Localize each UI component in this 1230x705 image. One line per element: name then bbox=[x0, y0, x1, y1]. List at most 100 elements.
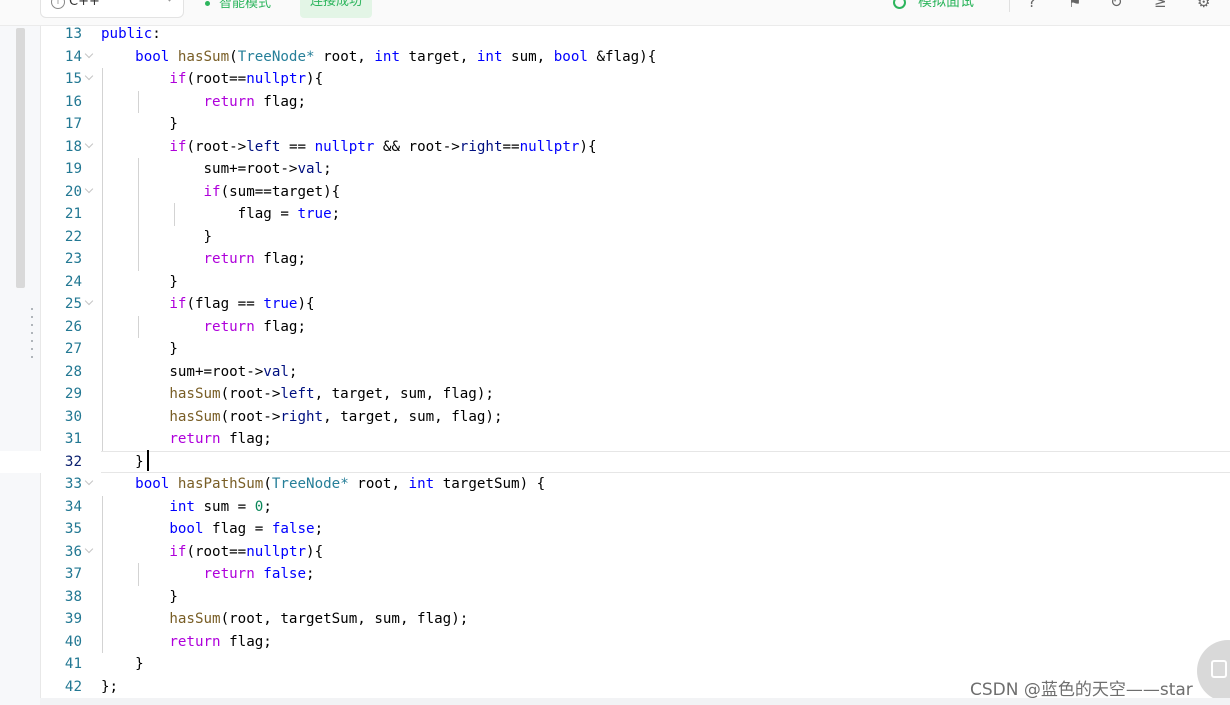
code-line[interactable]: 34 int sum = 0; bbox=[0, 496, 1230, 519]
indent-guide bbox=[137, 203, 139, 226]
fold-chevron-icon[interactable] bbox=[84, 71, 94, 81]
code-text[interactable]: return flag; bbox=[101, 91, 307, 114]
code-line[interactable]: 19 sum+=root->val; bbox=[0, 158, 1230, 181]
language-select[interactable]: i C++ bbox=[40, 0, 184, 18]
code-text[interactable]: bool flag = false; bbox=[101, 518, 323, 541]
code-text[interactable]: if(root->left == nullptr && root->right=… bbox=[101, 136, 596, 159]
code-text[interactable]: return flag; bbox=[101, 316, 307, 339]
code-text[interactable]: hasSum(root->left, target, sum, flag); bbox=[101, 383, 494, 406]
code-line[interactable]: 36 if(root==nullptr){ bbox=[0, 541, 1230, 564]
code-text[interactable]: } bbox=[101, 586, 178, 609]
code-line[interactable]: 25 if(flag == true){ bbox=[0, 293, 1230, 316]
fold-chevron-icon[interactable] bbox=[84, 544, 94, 553]
indent-guide bbox=[102, 405, 103, 428]
code-line[interactable]: 24 } bbox=[0, 271, 1230, 294]
code-line[interactable]: 27 } bbox=[0, 338, 1230, 361]
code-line[interactable]: 35 bool flag = false; bbox=[0, 518, 1230, 541]
code-line[interactable]: 22 } bbox=[0, 226, 1230, 249]
code-text[interactable]: return flag; bbox=[101, 631, 272, 654]
code-text[interactable]: sum+=root->val; bbox=[101, 361, 297, 384]
code-text[interactable]: hasSum(root->right, target, sum, flag); bbox=[101, 406, 502, 429]
code-line[interactable]: 30 hasSum(root->right, target, sum, flag… bbox=[0, 406, 1230, 429]
indent-guide bbox=[102, 248, 103, 271]
line-number: 17 bbox=[64, 116, 82, 132]
code-line[interactable]: 17 } bbox=[0, 113, 1230, 136]
code-line[interactable]: 39 hasSum(root, targetSum, sum, flag); bbox=[0, 608, 1230, 631]
indent-guide bbox=[102, 563, 103, 586]
indent-guide bbox=[102, 225, 103, 248]
code-text[interactable]: if(root==nullptr){ bbox=[101, 68, 323, 91]
line-number: 36 bbox=[64, 543, 82, 560]
fold-chevron-icon[interactable] bbox=[84, 139, 94, 148]
code-line[interactable]: 16 return flag; bbox=[0, 91, 1230, 114]
text-cursor bbox=[147, 450, 149, 471]
code-line[interactable]: 29 hasSum(root->left, target, sum, flag)… bbox=[0, 383, 1230, 406]
code-text[interactable]: } bbox=[101, 451, 144, 474]
code-text[interactable]: bool hasSum(TreeNode* root, int target, … bbox=[101, 46, 656, 69]
indent-guide bbox=[173, 203, 175, 226]
reset-icon[interactable]: ↻ bbox=[1110, 0, 1123, 11]
help-icon[interactable]: ? bbox=[1028, 0, 1036, 11]
fold-chevron-icon[interactable] bbox=[84, 296, 94, 306]
code-text[interactable]: } bbox=[101, 113, 178, 136]
code-line[interactable]: 32 } bbox=[0, 450, 1230, 474]
toolbar-divider bbox=[1009, 0, 1010, 12]
fold-chevron-icon[interactable] bbox=[84, 476, 94, 486]
line-number: 35 bbox=[64, 521, 82, 537]
line-number: 24 bbox=[64, 273, 82, 290]
code-line[interactable]: 14 bool hasSum(TreeNode* root, int targe… bbox=[0, 46, 1230, 69]
code-line[interactable]: 23 return flag; bbox=[0, 248, 1230, 271]
code-line[interactable]: 38 } bbox=[0, 586, 1230, 609]
code-line[interactable]: 13 public: bbox=[0, 23, 1230, 46]
code-text[interactable]: public: bbox=[101, 23, 161, 46]
clock-icon bbox=[893, 0, 906, 9]
indent-guide bbox=[102, 518, 103, 541]
horizontal-scrollbar-track[interactable] bbox=[40, 698, 1230, 705]
indent-guide bbox=[102, 158, 103, 181]
csdn-watermark: CSDN @蓝色的天空——star bbox=[970, 680, 1193, 700]
code-text[interactable]: sum+=root->val; bbox=[101, 158, 331, 181]
code-text[interactable]: } bbox=[101, 653, 144, 676]
code-text[interactable]: bool hasPathSum(TreeNode* root, int targ… bbox=[101, 473, 545, 496]
fold-chevron-icon[interactable] bbox=[84, 49, 94, 58]
code-line[interactable]: 33 bool hasPathSum(TreeNode* root, int t… bbox=[0, 473, 1230, 496]
code-text[interactable]: return flag; bbox=[101, 248, 307, 271]
code-text[interactable]: } bbox=[101, 271, 178, 294]
code-line[interactable]: 40 return flag; bbox=[0, 631, 1230, 654]
code-line[interactable]: 18 if(root->left == nullptr && root->rig… bbox=[0, 136, 1230, 159]
indent-guide bbox=[137, 90, 139, 113]
line-number: 39 bbox=[64, 611, 82, 627]
line-number: 18 bbox=[64, 138, 82, 155]
note-icon bbox=[1211, 660, 1227, 678]
indent-guide bbox=[102, 608, 103, 631]
code-line[interactable]: 41 } bbox=[0, 653, 1230, 676]
line-number: 15 bbox=[64, 71, 82, 87]
code-line[interactable]: 26 return flag; bbox=[0, 316, 1230, 339]
code-line[interactable]: 28 sum+=root->val; bbox=[0, 361, 1230, 384]
code-text[interactable]: return flag; bbox=[101, 428, 272, 451]
fold-chevron-icon[interactable] bbox=[84, 184, 94, 193]
code-line[interactable]: 15 if(root==nullptr){ bbox=[0, 68, 1230, 91]
indent-guide bbox=[137, 225, 139, 248]
code-line[interactable]: 20 if(sum==target){ bbox=[0, 181, 1230, 204]
indent-guide bbox=[137, 315, 139, 338]
flag-icon[interactable]: ⚑ bbox=[1068, 0, 1081, 11]
line-number: 40 bbox=[64, 633, 82, 650]
code-text[interactable]: hasSum(root, targetSum, sum, flag); bbox=[101, 608, 468, 631]
smart-mode-toggle[interactable]: 智能模式 bbox=[205, 0, 271, 11]
code-line[interactable]: 37 return false; bbox=[0, 563, 1230, 586]
code-line[interactable]: 21 flag = true; bbox=[0, 203, 1230, 226]
terminal-icon[interactable]: ≥ bbox=[1154, 0, 1167, 11]
settings-icon[interactable]: ⚙ bbox=[1197, 0, 1210, 11]
line-number: 23 bbox=[64, 251, 82, 267]
code-line[interactable]: 31 return flag; bbox=[0, 428, 1230, 451]
code-text[interactable]: if(flag == true){ bbox=[101, 293, 314, 316]
code-text[interactable]: int sum = 0; bbox=[101, 496, 272, 519]
code-text[interactable]: return false; bbox=[101, 563, 315, 586]
code-text[interactable]: } bbox=[101, 338, 178, 361]
line-number: 20 bbox=[64, 183, 82, 200]
mock-interview-button[interactable]: 模拟面试 bbox=[893, 0, 974, 11]
code-text[interactable]: } bbox=[101, 226, 212, 249]
code-text[interactable]: if(root==nullptr){ bbox=[101, 541, 323, 564]
code-text[interactable]: }; bbox=[101, 676, 118, 699]
